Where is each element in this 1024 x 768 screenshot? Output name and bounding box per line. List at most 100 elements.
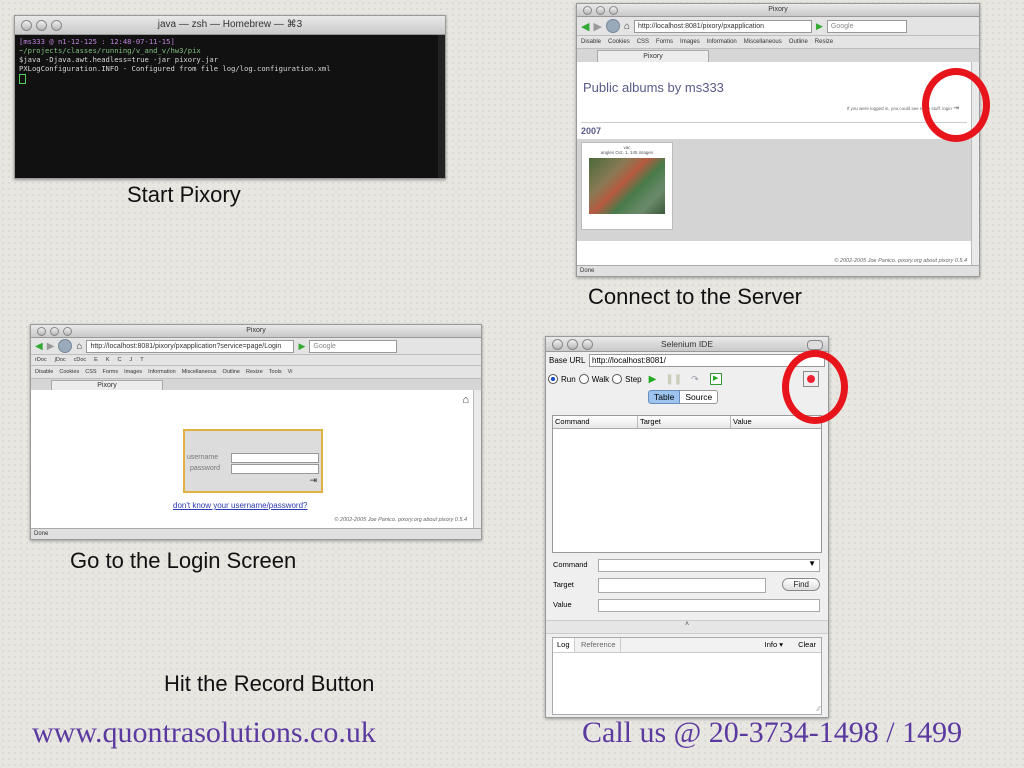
reload-icon[interactable]: [605, 19, 620, 33]
reload-icon[interactable]: [58, 339, 73, 353]
maximize-icon[interactable]: [609, 6, 618, 15]
search-input[interactable]: Google: [309, 339, 398, 353]
maximize-icon[interactable]: [582, 339, 593, 350]
devbar-item[interactable]: Information: [148, 369, 176, 375]
mode-step-label[interactable]: Step: [625, 375, 641, 384]
devbar-item[interactable]: Tools: [269, 369, 282, 375]
devbar-item[interactable]: Forms: [103, 369, 119, 375]
devbar-item[interactable]: Cookies: [59, 369, 79, 375]
username-field[interactable]: [231, 453, 319, 463]
maximize-icon[interactable]: [63, 327, 72, 336]
resize-grip-icon[interactable]: ⁄⁄: [818, 706, 820, 713]
forward-icon[interactable]: ▶: [47, 341, 55, 352]
value-input[interactable]: [598, 599, 820, 612]
tab-log[interactable]: Log: [553, 638, 575, 652]
bookmark-item[interactable]: rDoc: [35, 357, 47, 363]
minimize-icon[interactable]: [50, 327, 59, 336]
bookmark-item[interactable]: J: [130, 357, 133, 363]
devbar-item[interactable]: Vi: [288, 369, 293, 375]
browser-title: Pixory: [246, 327, 266, 334]
bookmark-item[interactable]: T: [140, 357, 143, 363]
devbar-item[interactable]: CSS: [85, 369, 96, 375]
bookmark-item[interactable]: cDoc: [74, 357, 87, 363]
command-label: Command: [553, 560, 588, 569]
bookmark-item[interactable]: E: [94, 357, 98, 363]
toolbar-toggle-icon[interactable]: [807, 340, 823, 350]
column-header[interactable]: Command: [553, 416, 638, 428]
devbar-item[interactable]: Information: [707, 39, 737, 45]
page-scrollbar[interactable]: [473, 390, 481, 528]
radio-run-icon[interactable]: [548, 374, 558, 384]
devbar-item[interactable]: Resize: [246, 369, 263, 375]
footer-website[interactable]: www.quontrasolutions.co.uk: [32, 716, 376, 750]
tab-reference[interactable]: Reference: [577, 638, 621, 652]
go-icon[interactable]: ▶: [816, 21, 823, 32]
step-icon[interactable]: ↷: [691, 374, 699, 385]
minimize-icon[interactable]: [36, 20, 47, 31]
terminal-scrollbar[interactable]: [438, 35, 445, 178]
devbar-item[interactable]: Forms: [656, 39, 673, 45]
window-controls[interactable]: [37, 327, 72, 336]
command-select[interactable]: ▼: [598, 559, 820, 572]
devbar-item[interactable]: Outline: [223, 369, 240, 375]
close-icon[interactable]: [552, 339, 563, 350]
home-icon[interactable]: ⌂: [76, 341, 82, 352]
column-header[interactable]: Target: [638, 416, 731, 428]
tab-table[interactable]: Table: [648, 390, 681, 404]
devbar-item[interactable]: Cookies: [608, 39, 630, 45]
password-field[interactable]: [231, 464, 319, 474]
home-icon[interactable]: ⌂: [462, 394, 469, 406]
close-icon[interactable]: [21, 20, 32, 31]
devbar-item[interactable]: Disable: [35, 369, 53, 375]
target-input[interactable]: [598, 578, 766, 593]
album-card[interactable]: vac angles Oct. 1, 145 images: [581, 142, 673, 230]
devbar-item[interactable]: Images: [124, 369, 142, 375]
devbar-item[interactable]: Miscellaneous: [744, 39, 782, 45]
forward-icon[interactable]: ▶: [593, 20, 601, 33]
info-menu[interactable]: Info ▾: [765, 640, 783, 649]
home-icon[interactable]: ⌂: [624, 21, 630, 32]
url-field[interactable]: http://localhost:8081/pixory/pxapplicati…: [633, 19, 812, 33]
devbar-item[interactable]: Disable: [581, 39, 601, 45]
clear-button[interactable]: Clear: [798, 640, 816, 649]
devbar-item[interactable]: Resize: [815, 39, 833, 45]
find-button[interactable]: Find: [782, 578, 820, 591]
close-icon[interactable]: [583, 6, 592, 15]
tab-source[interactable]: Source: [680, 390, 719, 404]
bookmark-item[interactable]: jDoc: [55, 357, 66, 363]
bookmark-item[interactable]: K: [106, 357, 110, 363]
devbar-item[interactable]: Miscellaneous: [182, 369, 217, 375]
album-thumbnail[interactable]: [589, 158, 665, 214]
mode-walk-label[interactable]: Walk: [592, 375, 609, 384]
back-icon[interactable]: ◀: [581, 20, 589, 33]
window-controls[interactable]: [552, 339, 593, 350]
devbar-item[interactable]: CSS: [637, 39, 649, 45]
search-input[interactable]: Google: [826, 19, 907, 33]
command-table[interactable]: Command Target Value: [552, 415, 822, 553]
terminal-body[interactable]: [ms333 @ n1-12-125 : 12:48-07-11-15] ~/p…: [15, 35, 445, 178]
forgot-credentials-link[interactable]: don't know your username/password?: [173, 501, 308, 510]
minimize-icon[interactable]: [567, 339, 578, 350]
devbar-item[interactable]: Outline: [789, 39, 808, 45]
devbar-item[interactable]: Images: [680, 39, 700, 45]
play-icon[interactable]: ▶: [649, 374, 657, 385]
terminal-line: PXLogConfiguration.INFO - Configured fro…: [19, 64, 331, 73]
mode-run-label[interactable]: Run: [561, 375, 576, 384]
radio-step-icon[interactable]: [612, 374, 623, 384]
pause-icon[interactable]: ❚❚: [665, 374, 682, 385]
terminal-cursor: [19, 74, 26, 84]
back-icon[interactable]: ◀: [35, 341, 43, 352]
maximize-icon[interactable]: [51, 20, 62, 31]
splitter-handle[interactable]: ˄: [546, 620, 828, 634]
album-strip: vac angles Oct. 1, 145 images: [577, 139, 971, 241]
login-submit-icon[interactable]: ⇥: [309, 475, 317, 486]
radio-walk-icon[interactable]: [578, 374, 589, 384]
window-controls[interactable]: [21, 20, 62, 31]
url-field[interactable]: http://localhost:8081/pixory/pxapplicati…: [86, 339, 295, 353]
play-suite-icon[interactable]: ▶: [709, 373, 722, 385]
minimize-icon[interactable]: [596, 6, 605, 15]
window-controls[interactable]: [583, 6, 618, 15]
bookmark-item[interactable]: C: [118, 357, 122, 363]
close-icon[interactable]: [37, 327, 46, 336]
go-icon[interactable]: ▶: [298, 341, 305, 352]
